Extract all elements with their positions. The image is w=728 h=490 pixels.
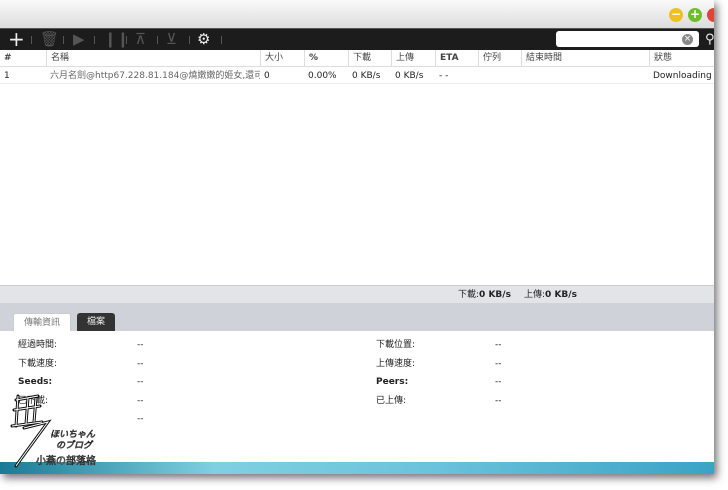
table-row[interactable]: 1 六月名劍@http67.228.81.184@燒嫩嫩的姬女,還可... 0 …	[0, 68, 714, 84]
row-name: 六月名劍@http67.228.81.184@燒嫩嫩的姬女,還可...	[50, 71, 260, 81]
search-input[interactable]: ×	[556, 31, 699, 47]
download-speed-label: 下載速度:	[18, 359, 58, 369]
upload-label: 上傳:	[524, 290, 546, 300]
close-button[interactable]	[707, 8, 714, 22]
row-percent: 0.00%	[308, 71, 337, 81]
row-upload: 0 KB/s	[395, 71, 424, 81]
col-upload[interactable]: 上傳	[391, 50, 414, 67]
row-size: 0	[264, 71, 270, 81]
row-number: 1	[4, 71, 10, 81]
col-percent[interactable]: %	[304, 50, 318, 67]
tab-files[interactable]: 檔案	[77, 313, 116, 331]
svg-text:ほいちゃん: ほいちゃん	[50, 429, 96, 440]
play-icon[interactable]: ▶	[73, 31, 85, 48]
row-download: 0 KB/s	[352, 71, 381, 81]
col-download[interactable]: 下載	[348, 50, 371, 67]
col-name[interactable]: 名稱	[46, 50, 69, 67]
download-value: 0 KB/s	[479, 290, 511, 300]
status-bar: 下載:0 KB/s 上傳:0 KB/s	[0, 285, 714, 303]
col-size[interactable]: 大小	[260, 50, 283, 67]
row-status: Downloading	[653, 71, 712, 81]
trash-icon[interactable]: 🗑	[40, 31, 59, 48]
table-header: # 名稱 大小 % 下載 上傳 ETA 佇列 結束時間 狀態	[0, 50, 714, 67]
divider	[63, 36, 64, 44]
svg-text:小燕の部落格: 小燕の部落格	[36, 454, 96, 467]
divider	[31, 36, 32, 44]
upload-speed-label: 上傳速度:	[376, 359, 416, 369]
peers-value: --	[495, 377, 502, 387]
minimize-button[interactable]: −	[669, 8, 683, 22]
plus-icon[interactable]: +	[8, 29, 25, 49]
upload-value: 0 KB/s	[545, 290, 577, 300]
upload-speed-value: --	[495, 359, 502, 369]
divider	[157, 36, 158, 44]
download-label: 下載:	[458, 290, 480, 300]
search-icon[interactable]: ⚲	[705, 31, 714, 48]
gear-icon[interactable]: ⚙	[197, 31, 210, 48]
detail-tabs: 傳輸資訊 檔案	[0, 303, 714, 331]
col-status[interactable]: 狀態	[649, 50, 672, 67]
svg-text:のブログ: のブログ	[56, 440, 94, 451]
divider	[221, 36, 222, 44]
uploaded-value: --	[495, 396, 502, 406]
extra-value: --	[137, 414, 144, 424]
move-top-icon[interactable]: ⊼	[135, 31, 146, 48]
location-label: 下載位置:	[376, 340, 416, 350]
title-bar: − +	[0, 0, 714, 28]
location-value: --	[495, 340, 502, 350]
col-number[interactable]: #	[0, 50, 12, 67]
col-queue[interactable]: 佇列	[478, 50, 501, 67]
divider	[189, 36, 190, 44]
download-speed-value: --	[137, 359, 144, 369]
zoom-button[interactable]: +	[688, 8, 702, 22]
move-bottom-icon[interactable]: ⊻	[166, 31, 177, 48]
toolbar: + 🗑 ▶ ❙❙ ⊼ ⊻ ⚙ × ⚲	[0, 28, 714, 50]
divider	[126, 36, 127, 44]
divider	[94, 36, 95, 44]
tab-transfer-info[interactable]: 傳輸資訊	[13, 313, 72, 331]
download-speed-total: 下載:0 KB/s	[458, 288, 511, 302]
elapsed-label: 經過時間:	[18, 340, 58, 350]
peers-label: Peers:	[376, 377, 409, 387]
watermark-logo: ほいちゃん のブログ 小燕の部落格	[10, 394, 96, 468]
clear-search-icon[interactable]: ×	[682, 34, 693, 45]
row-eta: - -	[439, 71, 449, 81]
col-eta[interactable]: ETA	[435, 50, 459, 67]
seeds-value: --	[137, 377, 144, 387]
col-finish-time[interactable]: 結束時間	[521, 50, 562, 67]
uploaded-label: 已上傳:	[376, 396, 407, 406]
downloaded-value: --	[137, 396, 144, 406]
seeds-label: Seeds:	[18, 377, 53, 387]
elapsed-value: --	[137, 340, 144, 350]
upload-speed-total: 上傳:0 KB/s	[524, 288, 577, 302]
